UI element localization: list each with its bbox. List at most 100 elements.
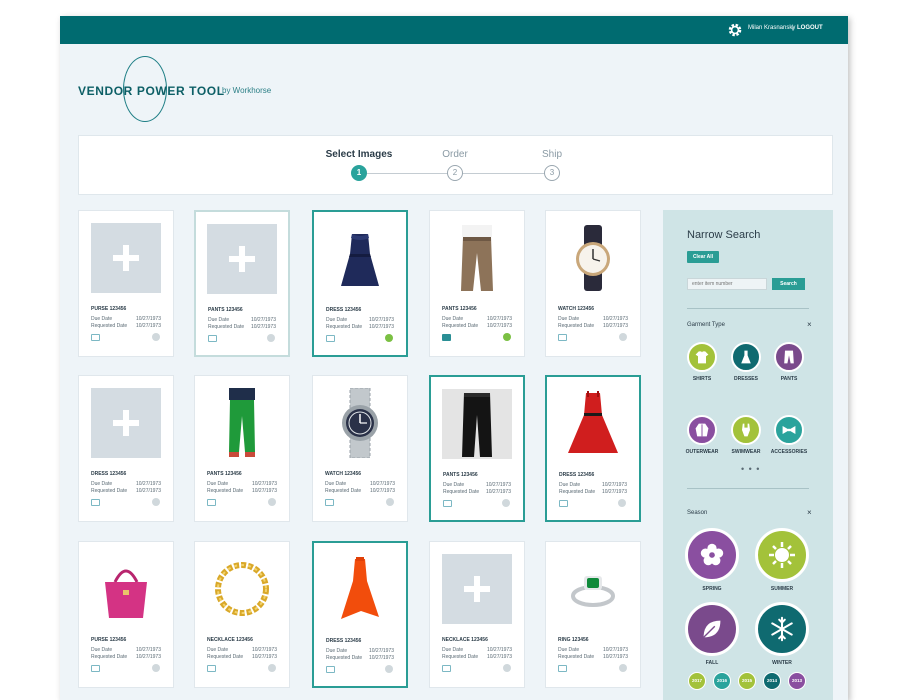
product-card[interactable]: DRESS 123456 Due Date 10/27/1973 Requested …: [312, 210, 408, 357]
approval-status-icon[interactable]: [268, 498, 276, 506]
comment-icon[interactable]: [91, 665, 100, 672]
approval-status-icon[interactable]: [385, 334, 393, 342]
comment-icon[interactable]: [208, 335, 217, 342]
step-label-ship[interactable]: Ship: [542, 149, 562, 160]
requested-date-value: 10/27/1973: [602, 323, 628, 329]
comment-icon[interactable]: [558, 334, 567, 341]
season-close-icon[interactable]: ×: [807, 508, 812, 517]
more-options-icon[interactable]: • • •: [741, 464, 760, 474]
product-card[interactable]: DRESS 123456 Due Date 10/27/1973 Requested …: [78, 375, 174, 522]
add-image-placeholder[interactable]: [442, 554, 512, 624]
search-button[interactable]: Search: [772, 278, 805, 290]
logout-link[interactable]: LOGOUT: [797, 25, 823, 31]
comment-icon[interactable]: [443, 500, 452, 507]
comment-icon[interactable]: [207, 665, 216, 672]
comment-icon[interactable]: [326, 666, 335, 673]
product-image[interactable]: [558, 389, 628, 459]
product-card[interactable]: WATCH 123456 Due Date 10/27/1973 Requested …: [312, 375, 408, 522]
swimsuit-icon[interactable]: [731, 415, 761, 445]
step-label-order[interactable]: Order: [442, 149, 468, 160]
add-image-placeholder[interactable]: [91, 223, 161, 293]
product-image[interactable]: [91, 554, 161, 624]
approval-status-icon[interactable]: [267, 334, 275, 342]
shirt-icon[interactable]: [687, 342, 717, 372]
product-image[interactable]: [558, 554, 628, 624]
step-connector: [456, 173, 552, 174]
add-image-placeholder[interactable]: [91, 388, 161, 458]
comment-icon[interactable]: [326, 335, 335, 342]
product-image[interactable]: [207, 388, 277, 458]
pants-icon[interactable]: [774, 342, 804, 372]
comment-icon[interactable]: [91, 334, 100, 341]
step-label-select-images[interactable]: Select Images: [326, 149, 393, 160]
year-filter-chip[interactable]: 2017: [688, 672, 706, 690]
year-filter-chip[interactable]: 2016: [713, 672, 731, 690]
product-card[interactable]: DRESS 123456 Due Date 10/27/1973 Requested …: [312, 541, 408, 688]
year-filter-chip[interactable]: 2015: [738, 672, 756, 690]
plus-icon: [229, 246, 255, 272]
comment-icon[interactable]: [91, 499, 100, 506]
product-image[interactable]: [207, 554, 277, 624]
comment-icon[interactable]: [207, 499, 216, 506]
due-date-label: Due Date: [558, 316, 580, 322]
gear-icon[interactable]: [727, 22, 743, 38]
step-circle-2[interactable]: 2: [447, 165, 463, 181]
requested-date-value: 10/27/1973: [135, 488, 161, 494]
approval-status-icon[interactable]: [152, 664, 160, 672]
product-image[interactable]: [325, 555, 395, 625]
comment-icon[interactable]: [442, 334, 451, 341]
approval-status-icon[interactable]: [268, 664, 276, 672]
approval-status-icon[interactable]: [618, 499, 626, 507]
product-card[interactable]: PANTS 123456 Due Date 10/27/1973 Requested …: [194, 210, 290, 357]
approval-status-icon[interactable]: [619, 333, 627, 341]
product-title: PANTS 123456: [208, 307, 243, 313]
jacket-icon[interactable]: [687, 415, 717, 445]
plus-icon: [113, 245, 139, 271]
comment-icon[interactable]: [442, 665, 451, 672]
year-filter-chip[interactable]: 2013: [788, 672, 806, 690]
requested-date-label: Requested Date: [559, 489, 596, 495]
flower-icon[interactable]: [685, 528, 739, 582]
product-card[interactable]: PANTS 123456 Due Date 10/27/1973 Requested …: [429, 210, 525, 357]
comment-icon[interactable]: [558, 665, 567, 672]
snowflake-icon[interactable]: [755, 602, 809, 656]
product-card[interactable]: PANTS 123456 Due Date 10/27/1973 Requested …: [194, 375, 290, 522]
item-number-input[interactable]: [687, 278, 767, 290]
add-image-placeholder[interactable]: [207, 224, 277, 294]
clear-all-button[interactable]: Clear All: [687, 251, 719, 263]
sun-icon[interactable]: [755, 528, 809, 582]
year-filter-chip[interactable]: 2014: [763, 672, 781, 690]
approval-status-icon[interactable]: [503, 664, 511, 672]
approval-status-icon[interactable]: [152, 498, 160, 506]
product-card[interactable]: WATCH 123456 Due Date 10/27/1973 Requested …: [545, 210, 641, 357]
product-card[interactable]: NECKLACE 123456 Due Date 10/27/1973 Request…: [194, 541, 290, 688]
product-card[interactable]: PURSE 123456 Due Date 10/27/1973 Requested …: [78, 210, 174, 357]
product-card[interactable]: PANTS 123456 Due Date 10/27/1973 Requested …: [429, 375, 525, 522]
product-image[interactable]: [325, 388, 395, 458]
product-title: PANTS 123456: [442, 306, 477, 312]
leaf-icon[interactable]: [685, 602, 739, 656]
approval-status-icon[interactable]: [385, 665, 393, 673]
approval-status-icon[interactable]: [503, 333, 511, 341]
product-card[interactable]: DRESS 123456 Due Date 10/27/1973 Requested …: [545, 375, 641, 522]
product-title: PANTS 123456: [443, 472, 478, 478]
garment-type-close-icon[interactable]: ×: [807, 320, 812, 329]
comment-icon[interactable]: [325, 499, 334, 506]
approval-status-icon[interactable]: [619, 664, 627, 672]
product-image[interactable]: [558, 223, 628, 293]
approval-status-icon[interactable]: [386, 498, 394, 506]
product-card[interactable]: PURSE 123456 Due Date 10/27/1973 Requested …: [78, 541, 174, 688]
comment-icon[interactable]: [559, 500, 568, 507]
product-image[interactable]: [442, 389, 512, 459]
bowtie-icon[interactable]: [774, 415, 804, 445]
step-circle-1[interactable]: 1: [351, 165, 367, 181]
dress-icon[interactable]: [731, 342, 761, 372]
product-image[interactable]: [442, 223, 512, 293]
product-card[interactable]: RING 123456 Due Date 10/27/1973 Requested D…: [545, 541, 641, 688]
product-image[interactable]: [325, 224, 395, 294]
approval-status-icon[interactable]: [502, 499, 510, 507]
approval-status-icon[interactable]: [152, 333, 160, 341]
divider: [687, 308, 809, 309]
product-card[interactable]: NECKLACE 123456 Due Date 10/27/1973 Request…: [429, 541, 525, 688]
step-circle-3[interactable]: 3: [544, 165, 560, 181]
